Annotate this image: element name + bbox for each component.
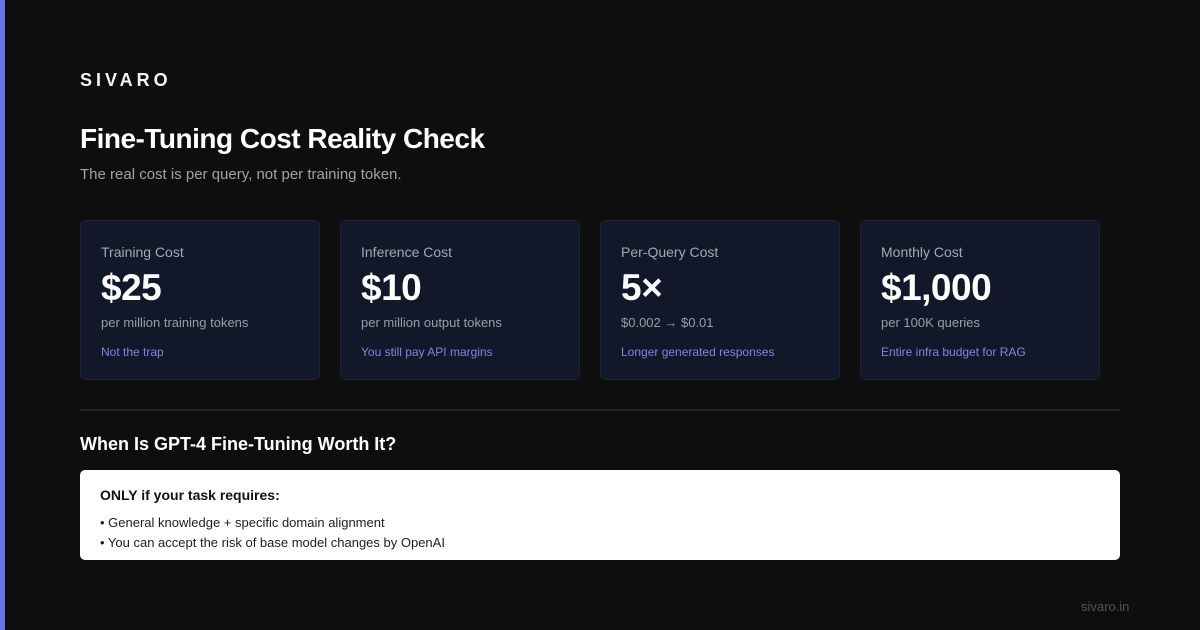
- accent-bar: [0, 0, 5, 630]
- section-title: When Is GPT-4 Fine-Tuning Worth It?: [80, 434, 397, 454]
- cost-cards: Training Cost $25 per million training t…: [80, 220, 1100, 380]
- card-note: You still pay API margins: [361, 345, 493, 359]
- card-inference-cost: Inference Cost $10 per million output to…: [340, 220, 580, 380]
- list-item: • General knowledge + specific domain al…: [100, 515, 385, 530]
- brand-logo: SIVARO: [80, 70, 172, 90]
- card-value: $10: [361, 267, 422, 308]
- card-value: $25: [101, 267, 162, 308]
- card-monthly-cost: Monthly Cost $1,000 per 100K queries Ent…: [860, 220, 1100, 380]
- card-description: per million training tokens: [101, 315, 249, 330]
- card-description: per 100K queries: [881, 315, 981, 330]
- card-label: Inference Cost: [361, 244, 453, 260]
- card-value: 5×: [621, 267, 663, 308]
- card-note: Longer generated responses: [621, 345, 775, 359]
- card-label: Monthly Cost: [881, 244, 963, 260]
- page-subtitle: The real cost is per query, not per trai…: [80, 166, 402, 183]
- card-description: per million output tokens: [361, 315, 502, 330]
- page-title: Fine-Tuning Cost Reality Check: [80, 123, 485, 154]
- card-label: Per-Query Cost: [621, 244, 719, 260]
- card-note: Not the trap: [101, 345, 164, 359]
- page: SIVARO Fine-Tuning Cost Reality Check Th…: [0, 0, 1200, 630]
- footer-url: sivaro.in: [1081, 599, 1130, 614]
- callout-box: ONLY if your task requires: • General kn…: [80, 470, 1120, 560]
- card-value: $1,000: [881, 267, 992, 308]
- list-item: • You can accept the risk of base model …: [100, 535, 445, 550]
- section-divider: [80, 409, 1120, 411]
- card-per-query-cost: Per-Query Cost 5× $0.002 → $0.01 Longer …: [600, 220, 840, 380]
- callout-list: • General knowledge + specific domain al…: [100, 513, 445, 553]
- card-description: $0.002 → $0.01: [621, 315, 714, 330]
- card-training-cost: Training Cost $25 per million training t…: [80, 220, 320, 380]
- card-label: Training Cost: [101, 244, 184, 260]
- callout-heading: ONLY if your task requires:: [100, 487, 280, 503]
- card-note: Entire infra budget for RAG: [881, 345, 1026, 359]
